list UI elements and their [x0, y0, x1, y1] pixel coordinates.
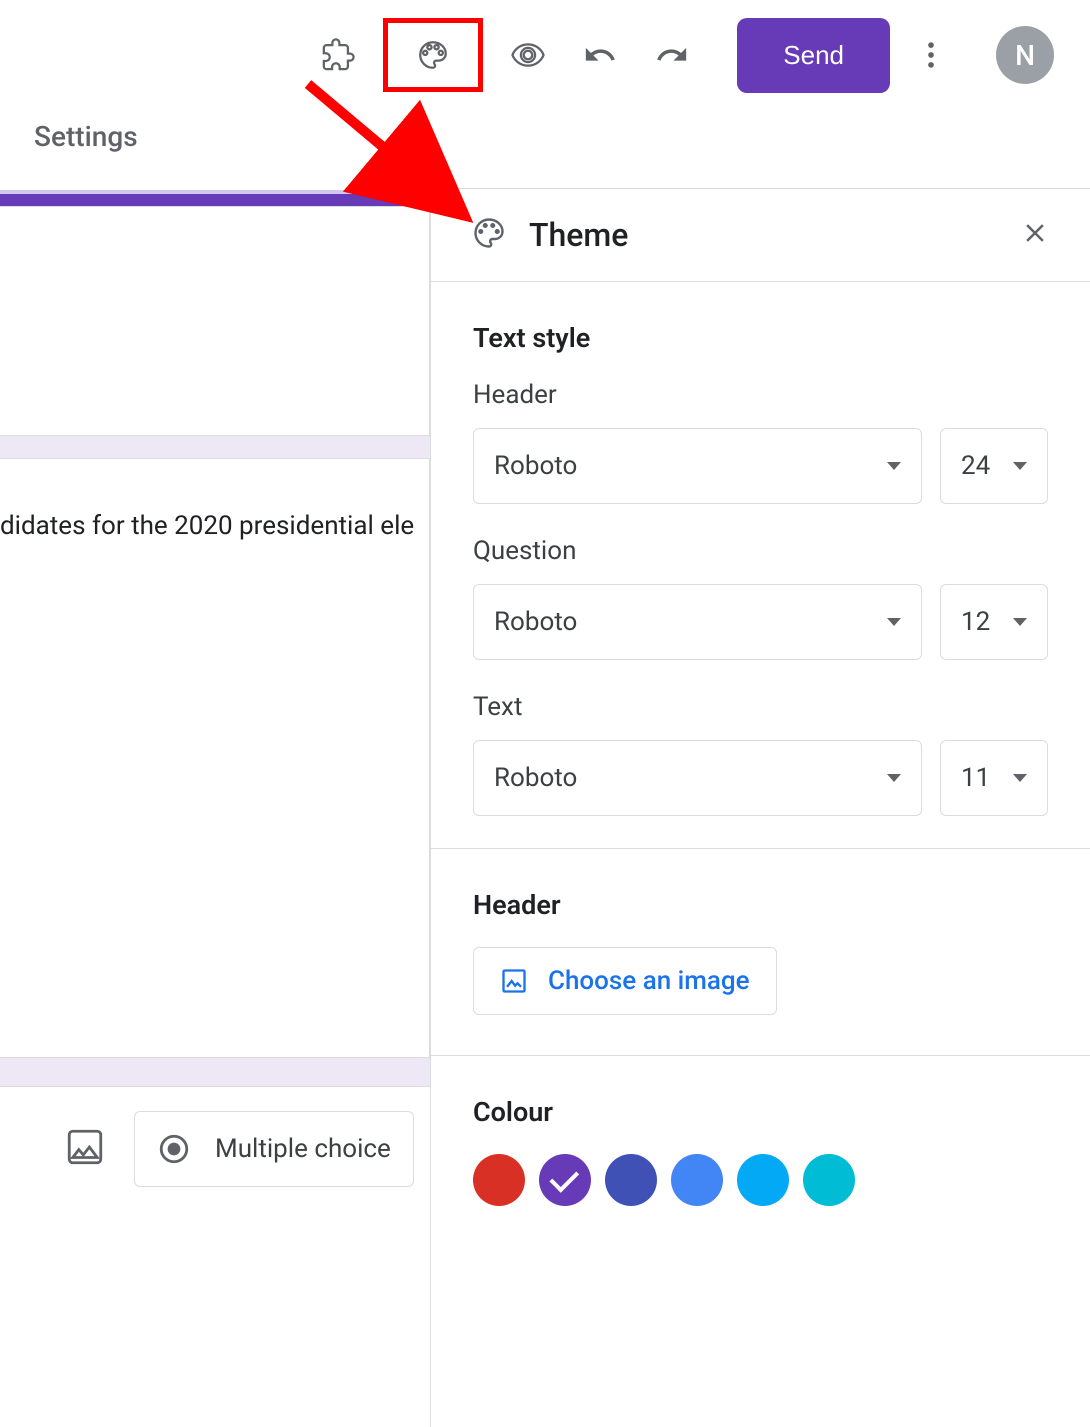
- question-type-select[interactable]: Multiple choice: [134, 1111, 414, 1187]
- header-size-value: 24: [961, 451, 990, 481]
- question-toolbar: Multiple choice: [0, 1086, 430, 1211]
- undo-icon[interactable]: [569, 24, 631, 86]
- colour-swatch[interactable]: [671, 1154, 723, 1206]
- theme-panel-title: Theme: [529, 216, 628, 254]
- header-section-heading: Header: [473, 889, 1048, 921]
- close-icon[interactable]: [1020, 218, 1050, 252]
- add-image-icon[interactable]: [64, 1126, 106, 1172]
- theme-panel: Theme Text style Header Roboto 24 Questi…: [430, 188, 1090, 1427]
- question-font-label: Question: [473, 536, 1048, 566]
- colour-swatch[interactable]: [605, 1154, 657, 1206]
- addons-icon[interactable]: [307, 24, 369, 86]
- text-font-value: Roboto: [494, 763, 577, 793]
- colour-swatch[interactable]: [803, 1154, 855, 1206]
- preview-icon[interactable]: [497, 24, 559, 86]
- top-toolbar: Send N: [0, 0, 1090, 110]
- tab-settings[interactable]: Settings: [0, 110, 1090, 171]
- palette-icon: [471, 215, 507, 255]
- text-size-value: 11: [961, 763, 990, 793]
- colour-section-heading: Colour: [473, 1096, 1048, 1128]
- question-font-value: Roboto: [494, 607, 577, 637]
- header-size-select[interactable]: 24: [940, 428, 1048, 504]
- question-size-value: 12: [961, 607, 990, 637]
- header-font-label: Header: [473, 380, 1048, 410]
- colour-swatch[interactable]: [737, 1154, 789, 1206]
- question-size-select[interactable]: 12: [940, 584, 1048, 660]
- question-font-select[interactable]: Roboto: [473, 584, 922, 660]
- choose-image-button[interactable]: Choose an image: [473, 947, 777, 1015]
- text-font-select[interactable]: Roboto: [473, 740, 922, 816]
- header-font-value: Roboto: [494, 451, 577, 481]
- chevron-down-icon: [887, 462, 901, 470]
- form-question-block: didates for the 2020 presidential ele: [0, 458, 430, 1058]
- account-avatar[interactable]: N: [996, 26, 1054, 84]
- chevron-down-icon: [887, 774, 901, 782]
- choose-image-label: Choose an image: [548, 966, 750, 996]
- text-style-heading: Text style: [473, 322, 1048, 354]
- question-type-label: Multiple choice: [215, 1134, 391, 1164]
- colour-swatch[interactable]: [539, 1154, 591, 1206]
- header-font-select[interactable]: Roboto: [473, 428, 922, 504]
- send-button[interactable]: Send: [737, 18, 890, 93]
- chevron-down-icon: [1013, 774, 1027, 782]
- chevron-down-icon: [887, 618, 901, 626]
- more-menu-icon[interactable]: [900, 24, 962, 86]
- question-text: didates for the 2020 presidential ele: [0, 511, 429, 541]
- chevron-down-icon: [1013, 462, 1027, 470]
- colour-swatch[interactable]: [473, 1154, 525, 1206]
- text-size-select[interactable]: 11: [940, 740, 1048, 816]
- form-header-block: [0, 206, 430, 436]
- customize-theme-icon[interactable]: [383, 18, 483, 92]
- redo-icon[interactable]: [641, 24, 703, 86]
- theme-panel-header: Theme: [431, 189, 1090, 282]
- form-preview-area: didates for the 2020 presidential ele Mu…: [0, 190, 430, 1211]
- chevron-down-icon: [1013, 618, 1027, 626]
- colour-swatches: [473, 1154, 1048, 1206]
- image-icon: [500, 967, 528, 995]
- text-font-label: Text: [473, 692, 1048, 722]
- form-accent-bar: [0, 190, 430, 206]
